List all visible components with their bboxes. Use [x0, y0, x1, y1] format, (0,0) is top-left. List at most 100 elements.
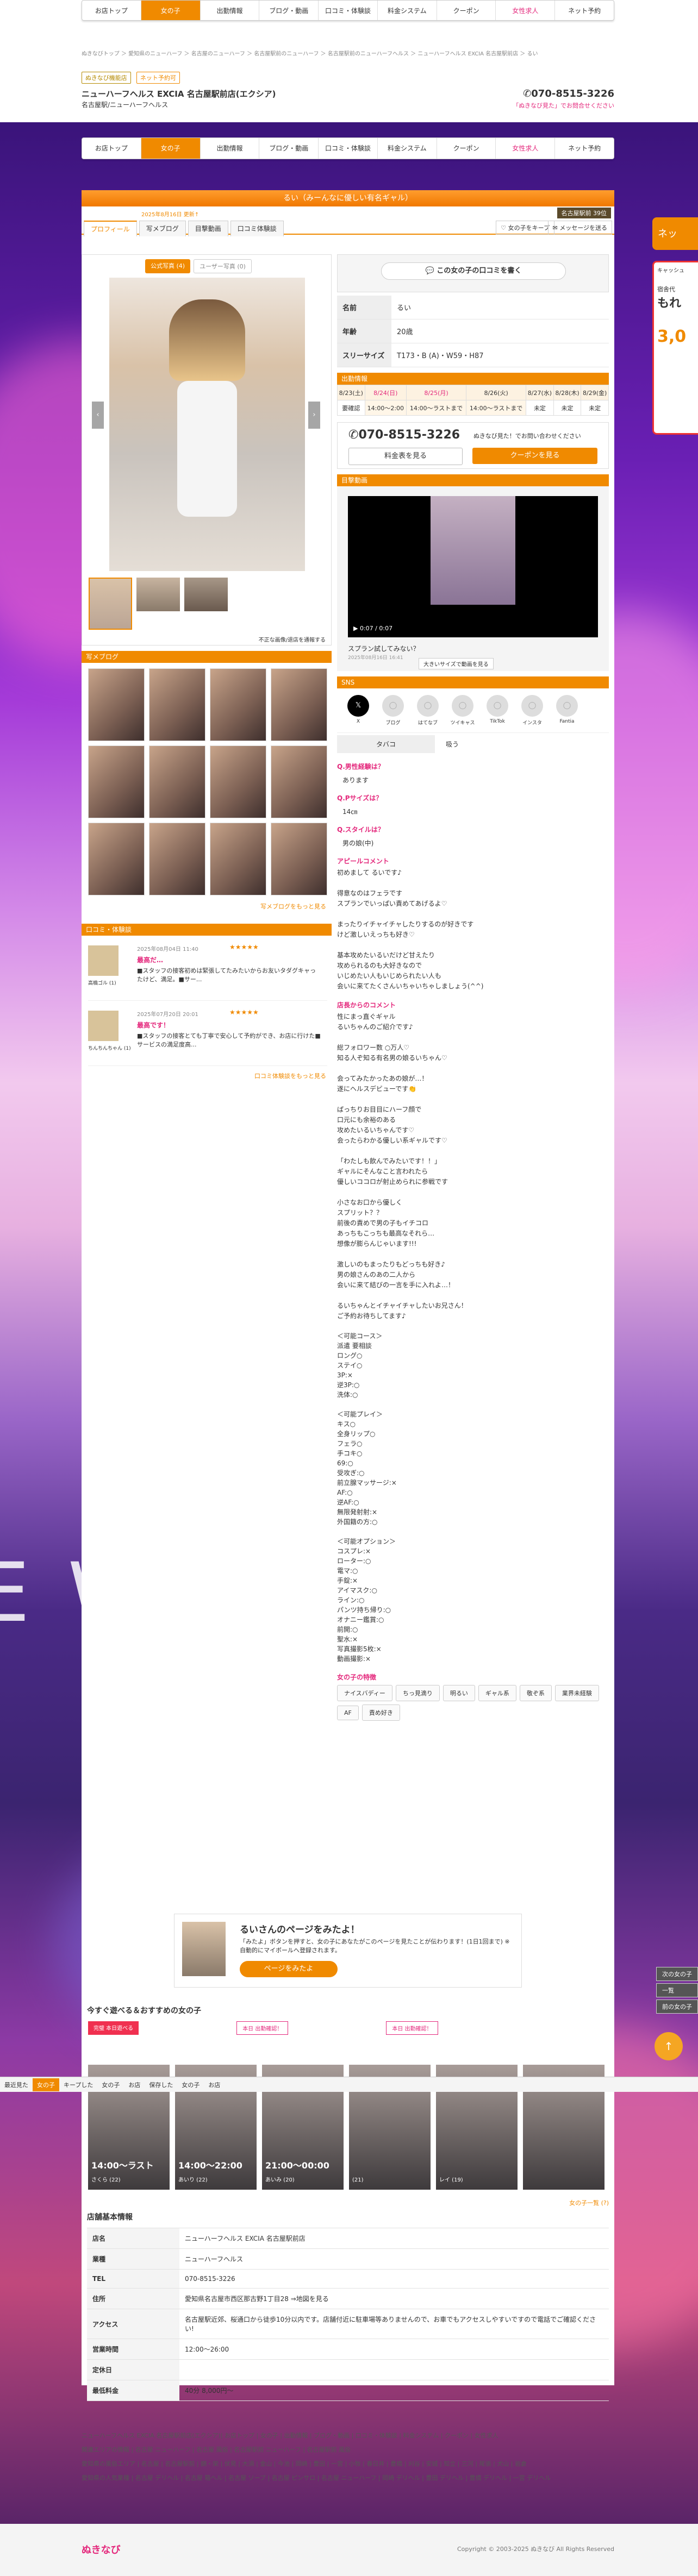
mypage-button[interactable]: ページをみたよ [240, 1961, 338, 1977]
nav2-blog[interactable]: ブログ・動画 [259, 138, 319, 159]
qa-answer: 男の娘(中) [342, 839, 374, 847]
review-item[interactable]: ちんちんちゃん (1) 2025年07月20日 20:01 ★★★★★ 最高です… [88, 1006, 327, 1066]
nav-girls[interactable]: 女の子 [141, 1, 201, 20]
nav-reserve[interactable]: ネット予約 [555, 1, 614, 20]
blog-thumb[interactable] [210, 823, 266, 895]
top-nav: お店トップ 女の子 出勤情報 ブログ・動画 口コミ・体験談 料金システム クーポ… [82, 0, 614, 21]
nav2-girls[interactable]: 女の子 [141, 138, 201, 159]
history-tab[interactable]: キープした [59, 2078, 97, 2091]
history-tab[interactable]: 女の子 [177, 2078, 204, 2091]
blog-thumb[interactable] [210, 745, 266, 818]
sns-item[interactable]: ◯ Fantia [553, 695, 581, 726]
nav-recruit[interactable]: 女性求人 [496, 1, 556, 20]
nav2-shop-top[interactable]: お店トップ [82, 138, 141, 159]
trait-tag: ギャル系 [478, 1685, 516, 1701]
nav2-schedule[interactable]: 出勤情報 [201, 138, 260, 159]
footer-logo[interactable]: ぬきなび [82, 2542, 121, 2556]
blog-thumb[interactable] [271, 823, 327, 895]
side-banner-recruit[interactable]: キャッシュ 宿舎代 もれ 3,0 [652, 261, 698, 435]
nav-reviews[interactable]: 口コミ・体験談 [319, 1, 378, 20]
tab-video[interactable]: 目撃動画 [188, 221, 228, 236]
sns-icon: ◯ [556, 695, 578, 717]
history-tab[interactable]: 女の子 [33, 2078, 59, 2091]
sns-item[interactable]: 𝕏X [345, 695, 372, 726]
blog-thumb[interactable] [88, 823, 145, 895]
write-review-button[interactable]: 💬 この女の子の口コミを書く [381, 262, 566, 280]
play-icon[interactable]: ▶ [353, 625, 360, 632]
recommend-time: 14:00〜ラスト [91, 2160, 154, 2171]
message-button[interactable]: ✉ メッセージを送る [547, 221, 612, 235]
photo-thumb[interactable] [136, 578, 180, 611]
nav-price[interactable]: 料金システム [378, 1, 437, 20]
footer-prefecture[interactable]: 愛知県の風俗エリア | 名古屋 | 名古屋駅前 | 錦・栄 | 伏見 | 大須 … [82, 2457, 614, 2471]
blog-thumb[interactable] [88, 745, 145, 818]
history-tab[interactable]: 保存した [145, 2078, 177, 2091]
shopinfo-row: TEL 070-8515-3226 [87, 2269, 609, 2289]
tab-blog[interactable]: 写メブログ [139, 221, 186, 236]
blog-thumb[interactable] [271, 745, 327, 818]
contact-phone[interactable]: ✆070-8515-3226 [348, 428, 460, 442]
price-button[interactable]: 料金表を見る [348, 448, 463, 465]
recommend-more-link[interactable]: 女の子一覧 (?) [569, 2198, 609, 2207]
video-player[interactable]: ▶ 0:07 / 0:07 [348, 496, 598, 637]
tab-profile[interactable]: プロフィール [84, 221, 137, 236]
shopinfo-value: 名古屋駅近郊、桜通口から徒歩10分以内です。店舗付近に駐車場等ありませんので、お… [179, 2309, 609, 2339]
nav2-reserve[interactable]: ネット予約 [555, 138, 614, 159]
nav-coupon[interactable]: クーポン [437, 1, 496, 20]
blog-thumb[interactable] [149, 823, 205, 895]
nav2-price[interactable]: 料金システム [378, 138, 437, 159]
next-girl-link[interactable]: 次の女の子 [656, 1967, 698, 1981]
recommend-badge: 本日 出勤確認！ [236, 2021, 289, 2035]
staff-text: 性にまっ直ぐギャル るいちゃんのご紹介です♪ 総フォロワー数 ○万人♡ 知る人ぞ… [337, 1013, 468, 1320]
nav2-recruit[interactable]: 女性求人 [496, 138, 556, 159]
side-banner-net[interactable]: ネッ [652, 217, 698, 250]
breadcrumb[interactable]: ぬきなびトップ ＞ 愛知県のニューハーフ ＞ 名古屋のニューハーフ ＞ 名古屋駅… [82, 49, 538, 57]
history-tab[interactable]: お店 [204, 2078, 225, 2091]
side-banner-text: キャッシュ [657, 268, 684, 274]
shop-name[interactable]: ニューハーフヘルス EXCIA 名古屋駅前店(エクシア) [82, 88, 276, 99]
coupon-button[interactable]: クーポンを見る [472, 448, 597, 464]
blog-thumb[interactable] [88, 668, 145, 741]
user-photo-tab[interactable]: ユーザー写真 (0) [194, 259, 252, 273]
next-photo-button[interactable]: › [308, 402, 320, 429]
phone-icon: ✆ [523, 88, 532, 99]
reviews-more-link[interactable]: 口コミ体験談をもっと見る [254, 1071, 326, 1080]
history-tab[interactable]: 女の子 [97, 2078, 124, 2091]
blog-thumb[interactable] [271, 668, 327, 741]
footer-links[interactable]: ニューハーフヘルス EXCIA 名古屋駅前店(エクシア)| お店トップ | 女の… [82, 2429, 614, 2443]
keep-button[interactable]: ♡ 女の子をキープ [496, 221, 554, 235]
history-tab[interactable]: 最近見た [0, 2078, 33, 2091]
prev-photo-button[interactable]: ‹ [92, 402, 104, 429]
review-item[interactable]: 高橋ゴル (1) 2025年08月04日 11:40 ★★★★★ 最高だ… ■ス… [88, 941, 327, 1001]
main-photo[interactable] [109, 278, 305, 571]
blog-more-link[interactable]: 写メブログをもっと見る [260, 902, 326, 911]
video-big-button[interactable]: 大きいサイズで動画を見る [419, 658, 494, 669]
sns-item[interactable]: ◯ インスタ [519, 695, 546, 726]
official-photo-tab[interactable]: 公式写真 (4) [145, 259, 191, 273]
footer-area[interactable]: 関連エリアの情報 | 名古屋 ニューハーフ | 名古屋 風俗 | 名古屋駅前 ニ… [82, 2443, 614, 2457]
sns-item[interactable]: ◯ TikTok [484, 695, 511, 726]
blog-thumb[interactable] [149, 668, 205, 741]
history-tab[interactable]: お店 [124, 2078, 145, 2091]
sns-item[interactable]: ◯ ツイキャス [449, 695, 476, 726]
tab-reviews[interactable]: 口コミ体験談 [230, 221, 284, 236]
sns-item[interactable]: ◯ ブログ [379, 695, 407, 726]
footer-genres[interactable]: 愛知県の人気業種 | 名古屋 デリヘル | 名古屋 箱ヘル | 名古屋 ソープ … [82, 2471, 614, 2485]
badge-net-reserve: ネット予約可 [136, 72, 180, 84]
blog-thumb[interactable] [210, 668, 266, 741]
prev-girl-link[interactable]: 前の女の子 [656, 2000, 698, 2014]
photo-thumb[interactable] [89, 578, 132, 630]
photo-report-link[interactable]: 不正な画像/退店を通報する [259, 635, 326, 643]
photo-thumb[interactable] [184, 578, 228, 611]
nav2-reviews[interactable]: 口コミ・体験談 [319, 138, 378, 159]
nav-schedule[interactable]: 出勤情報 [201, 1, 260, 20]
blog-thumb[interactable] [149, 745, 205, 818]
sns-item[interactable]: ◯ はてなブ [414, 695, 441, 726]
nav-shop-top[interactable]: お店トップ [82, 1, 141, 20]
qa-question: Q.Pサイズは？ [337, 794, 383, 802]
girls-list-link[interactable]: 一覧 [656, 1983, 698, 1997]
scroll-top-icon[interactable]: ↑ [655, 2032, 683, 2060]
header-phone[interactable]: 070-8515-3226 [531, 88, 614, 99]
nav2-coupon[interactable]: クーポン [437, 138, 496, 159]
nav-blog[interactable]: ブログ・動画 [259, 1, 319, 20]
